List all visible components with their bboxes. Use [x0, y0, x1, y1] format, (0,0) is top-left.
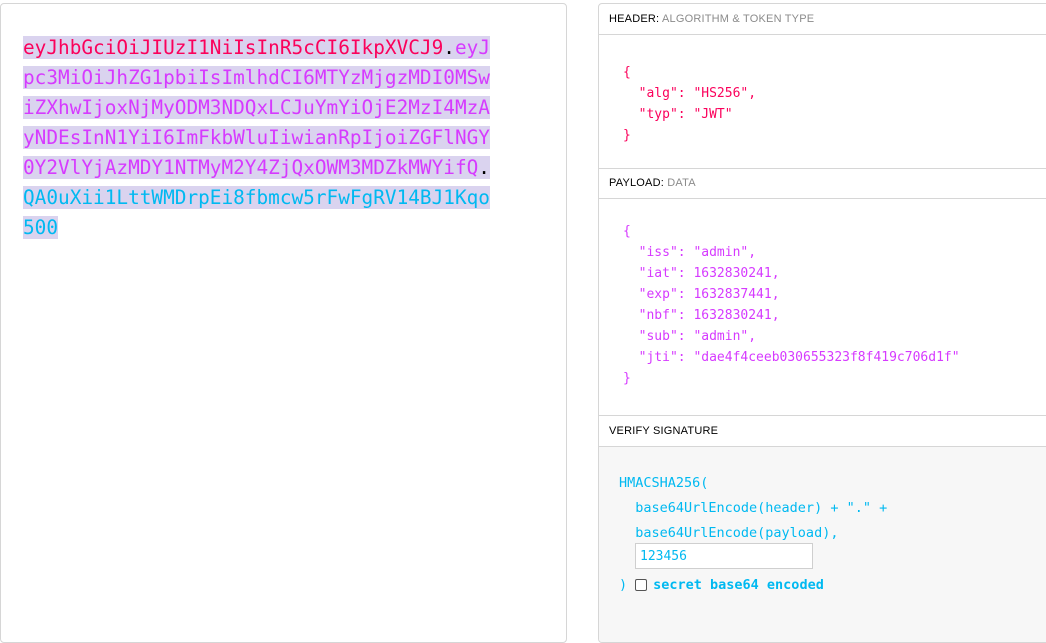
json-line: {	[623, 224, 631, 239]
json-line: "typ": "JWT"	[623, 107, 733, 122]
header-json-editor[interactable]: { "alg": "HS256", "typ": "JWT" }	[623, 62, 1046, 146]
json-line: "alg": "HS256",	[623, 86, 757, 101]
json-line: "sub": "admin",	[623, 329, 757, 344]
payload-section-title[interactable]: PAYLOAD: DATA	[599, 168, 1046, 199]
header-section-title[interactable]: HEADER: ALGORITHM & TOKEN TYPE	[599, 4, 1046, 35]
verify-code: HMACSHA256( base64UrlEncode(header) + ".…	[619, 471, 887, 546]
json-line: {	[623, 65, 631, 80]
json-line: "iat": 1632830241,	[623, 266, 780, 281]
token-header-part: eyJhbGciOiJIUzI1NiIsInR5cCI6IkpXVCJ9	[23, 36, 444, 59]
secret-base64-row: ) secret base64 encoded	[619, 577, 824, 593]
payload-subtitle: DATA	[667, 177, 696, 189]
payload-title: PAYLOAD:	[609, 177, 664, 189]
verify-section-title[interactable]: VERIFY SIGNATURE	[599, 416, 1046, 447]
token-dot: .	[478, 156, 490, 179]
encoded-token-pane[interactable]: eyJhbGciOiJIUzI1NiIsInR5cCI6IkpXVCJ9.eyJ…	[0, 3, 567, 643]
token-signature-part: QA0uXii1LttWMDrpEi8fbmcw5rFwFgRV14BJ1Kqo…	[23, 186, 490, 239]
secret-input[interactable]	[635, 543, 813, 569]
verify-signature-body: HMACSHA256( base64UrlEncode(header) + ".…	[599, 447, 1046, 642]
encoded-token-text[interactable]: eyJhbGciOiJIUzI1NiIsInR5cCI6IkpXVCJ9.eyJ…	[23, 33, 493, 243]
payload-json-editor[interactable]: { "iss": "admin", "iat": 1632830241, "ex…	[623, 221, 1046, 389]
token-dot: .	[443, 36, 455, 59]
json-line: "exp": 1632837441,	[623, 287, 780, 302]
hmac-line-header: base64UrlEncode(header) + "." +	[619, 500, 888, 516]
json-line: }	[623, 128, 631, 143]
hmac-open: HMACSHA256(	[619, 475, 709, 491]
decoded-pane: HEADER: ALGORITHM & TOKEN TYPE { "alg": …	[598, 3, 1046, 643]
json-line: "iss": "admin",	[623, 245, 757, 260]
verify-title: VERIFY SIGNATURE	[609, 425, 719, 437]
secret-base64-checkbox[interactable]	[635, 579, 648, 591]
json-line: }	[623, 371, 631, 386]
json-line: "nbf": 1632830241,	[623, 308, 780, 323]
header-subtitle: ALGORITHM & TOKEN TYPE	[661, 13, 815, 25]
secret-base64-label[interactable]: secret base64 encoded	[653, 577, 824, 593]
hmac-close: )	[619, 577, 628, 593]
json-line: "jti": "dae4f4ceeb030655323f8f419c706d1f…	[623, 350, 960, 365]
header-title: HEADER:	[609, 13, 660, 25]
